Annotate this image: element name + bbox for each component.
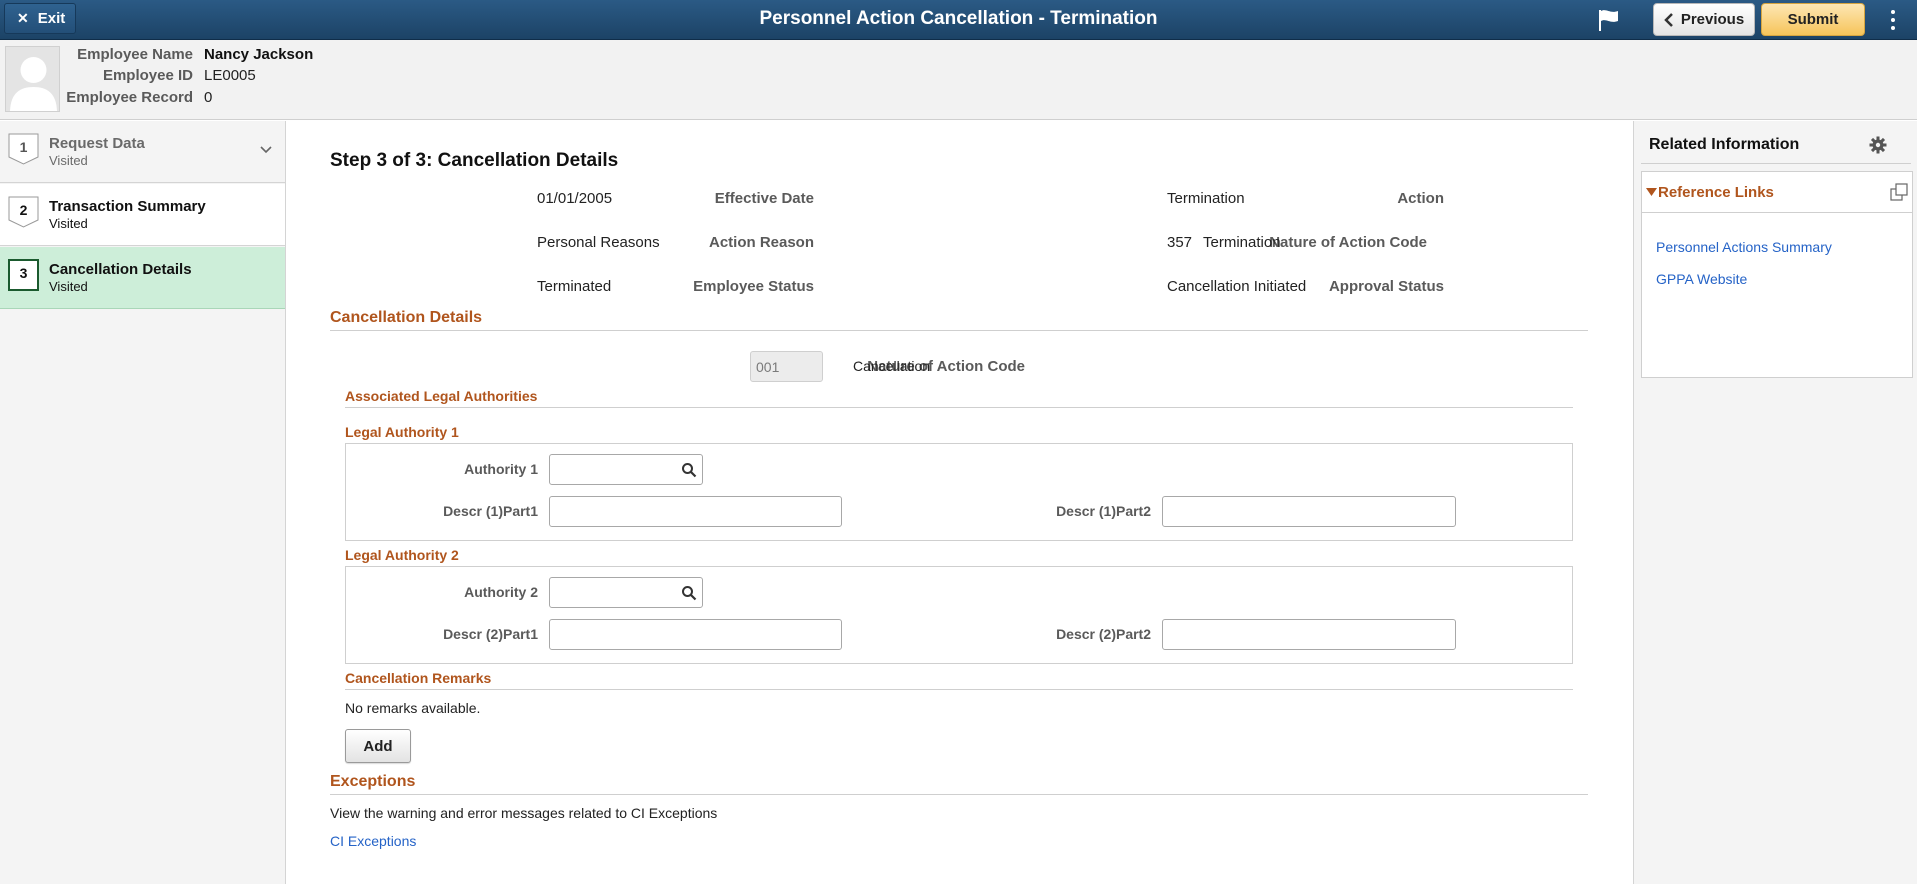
related-information-panel: Related Information Reference Links Pers… xyxy=(1633,121,1917,884)
descr-1-part1-label: Descr (1)Part1 xyxy=(443,503,538,519)
reference-links-card: Reference Links Personnel Actions Summar… xyxy=(1641,171,1913,378)
authority-1-label: Authority 1 xyxy=(464,461,538,477)
popout-icon[interactable] xyxy=(1890,183,1908,201)
legal-authority-1-title: Legal Authority 1 xyxy=(345,424,459,440)
reference-links-title: Reference Links xyxy=(1658,184,1774,201)
descr-2-part1-input[interactable] xyxy=(549,619,842,650)
approval-status-label: Approval Status xyxy=(1328,278,1444,295)
step-request-data[interactable]: 1 Request Data Visited xyxy=(0,121,285,183)
step-title: Request Data xyxy=(49,135,145,152)
gear-icon[interactable] xyxy=(1869,136,1887,154)
employee-name-row: Employee Name Nancy Jackson xyxy=(60,46,460,66)
add-remark-button[interactable]: Add xyxy=(345,729,411,763)
approval-status-value: Cancellation Initiated xyxy=(1167,278,1307,295)
search-icon[interactable] xyxy=(681,462,697,478)
employee-id-label: Employee ID xyxy=(102,67,193,84)
descr-1-part2-label: Descr (1)Part2 xyxy=(1056,503,1151,519)
legal-authorities-title: Associated Legal Authorities xyxy=(345,388,538,404)
step-transaction-summary[interactable]: 2 Transaction Summary Visited xyxy=(0,184,285,246)
submit-button[interactable]: Submit xyxy=(1761,3,1865,36)
employee-record-value: 0 xyxy=(204,89,213,106)
action-reason-value: Personal Reasons xyxy=(537,234,660,251)
step-heading: Step 3 of 3: Cancellation Details xyxy=(330,150,619,171)
personnel-actions-summary-link[interactable]: Personnel Actions Summary xyxy=(1656,239,1832,255)
add-label: Add xyxy=(363,737,393,755)
actions-menu-icon[interactable] xyxy=(1884,6,1902,34)
avatar xyxy=(5,46,60,112)
employee-id-row: Employee ID LE0005 xyxy=(60,67,460,87)
previous-label: Previous xyxy=(1680,11,1745,28)
chevron-left-icon xyxy=(1664,12,1673,27)
employee-record-row: Employee Record 0 xyxy=(60,89,460,109)
gppa-website-link[interactable]: GPPA Website xyxy=(1656,271,1747,287)
remarks-title: Cancellation Remarks xyxy=(345,670,492,686)
employee-id-value: LE0005 xyxy=(204,67,256,84)
main-content: Step 3 of 3: Cancellation Details Effect… xyxy=(287,121,1632,884)
legal-authority-2-title: Legal Authority 2 xyxy=(345,547,459,563)
noa-descr-value: Termination xyxy=(1203,234,1281,251)
step-number: 3 xyxy=(19,265,28,281)
employee-status-label: Employee Status xyxy=(693,278,814,295)
exceptions-title: Exceptions xyxy=(330,773,416,790)
section-divider xyxy=(330,794,1588,795)
section-divider xyxy=(330,330,1588,331)
section-divider xyxy=(345,689,1573,690)
related-info-title: Related Information xyxy=(1649,136,1800,153)
authority-2-label: Authority 2 xyxy=(464,584,538,600)
triangle-down-icon[interactable] xyxy=(1646,188,1657,197)
step-status: Visited xyxy=(49,153,88,168)
step-cancellation-details[interactable]: 3 Cancellation Details Visited xyxy=(0,247,285,309)
cancel-noa-descr: Cancellation xyxy=(853,358,931,374)
employee-banner: Employee Name Nancy Jackson Employee ID … xyxy=(0,40,1917,120)
flag-icon[interactable] xyxy=(1596,8,1622,32)
exceptions-description: View the warning and error messages rela… xyxy=(330,805,718,821)
step-title: Transaction Summary xyxy=(49,198,206,215)
page-title: Personnel Action Cancellation - Terminat… xyxy=(759,8,1158,29)
person-icon xyxy=(10,57,57,111)
section-divider xyxy=(1641,163,1911,164)
search-icon[interactable] xyxy=(681,585,697,601)
employee-record-label: Employee Record xyxy=(66,89,193,106)
descr-2-part2-label: Descr (2)Part2 xyxy=(1056,626,1151,642)
legal-authority-1-box: Authority 1 Descr (1)Part1 Descr (1)Part… xyxy=(345,443,1573,541)
step-navigation: 1 Request Data Visited 2 Transaction Sum… xyxy=(0,121,286,884)
employee-name-value: Nancy Jackson xyxy=(204,46,314,63)
section-divider xyxy=(345,407,1573,408)
noa-label: Nature of Action Code xyxy=(1269,234,1427,251)
reference-links-header[interactable]: Reference Links xyxy=(1642,172,1912,213)
noa-code-value: 357 xyxy=(1167,234,1193,251)
step-number: 2 xyxy=(19,202,28,218)
authority-1-input[interactable] xyxy=(549,454,703,485)
step-number: 1 xyxy=(19,139,28,155)
previous-button[interactable]: Previous xyxy=(1653,3,1755,36)
step-status: Visited xyxy=(49,216,88,231)
submit-label: Submit xyxy=(1787,11,1839,28)
cancel-noa-field: 001 xyxy=(750,351,823,382)
descr-1-part1-input[interactable] xyxy=(549,496,842,527)
action-reason-label: Action Reason xyxy=(708,234,814,251)
descr-1-part2-input[interactable] xyxy=(1162,496,1456,527)
descr-2-part1-label: Descr (2)Part1 xyxy=(443,626,538,642)
employee-status-value: Terminated xyxy=(537,278,612,295)
authority-2-input[interactable] xyxy=(549,577,703,608)
top-bar: ✕ Exit Personnel Action Cancellation - T… xyxy=(0,0,1917,40)
legal-authority-2-box: Authority 2 Descr (2)Part1 Descr (2)Part… xyxy=(345,566,1573,664)
action-value: Termination xyxy=(1167,190,1245,207)
cancellation-section-title: Cancellation Details xyxy=(330,309,483,326)
effective-date-value: 01/01/2005 xyxy=(537,190,613,207)
chevron-down-icon[interactable] xyxy=(259,143,273,157)
remarks-text: No remarks available. xyxy=(345,700,481,716)
ci-exceptions-link[interactable]: CI Exceptions xyxy=(330,833,416,849)
effective-date-label: Effective Date xyxy=(714,190,814,207)
step-title: Cancellation Details xyxy=(49,261,192,278)
action-label: Action xyxy=(1397,190,1444,207)
step-status: Visited xyxy=(49,279,88,294)
employee-name-label: Employee Name xyxy=(77,46,193,63)
descr-2-part2-input[interactable] xyxy=(1162,619,1456,650)
